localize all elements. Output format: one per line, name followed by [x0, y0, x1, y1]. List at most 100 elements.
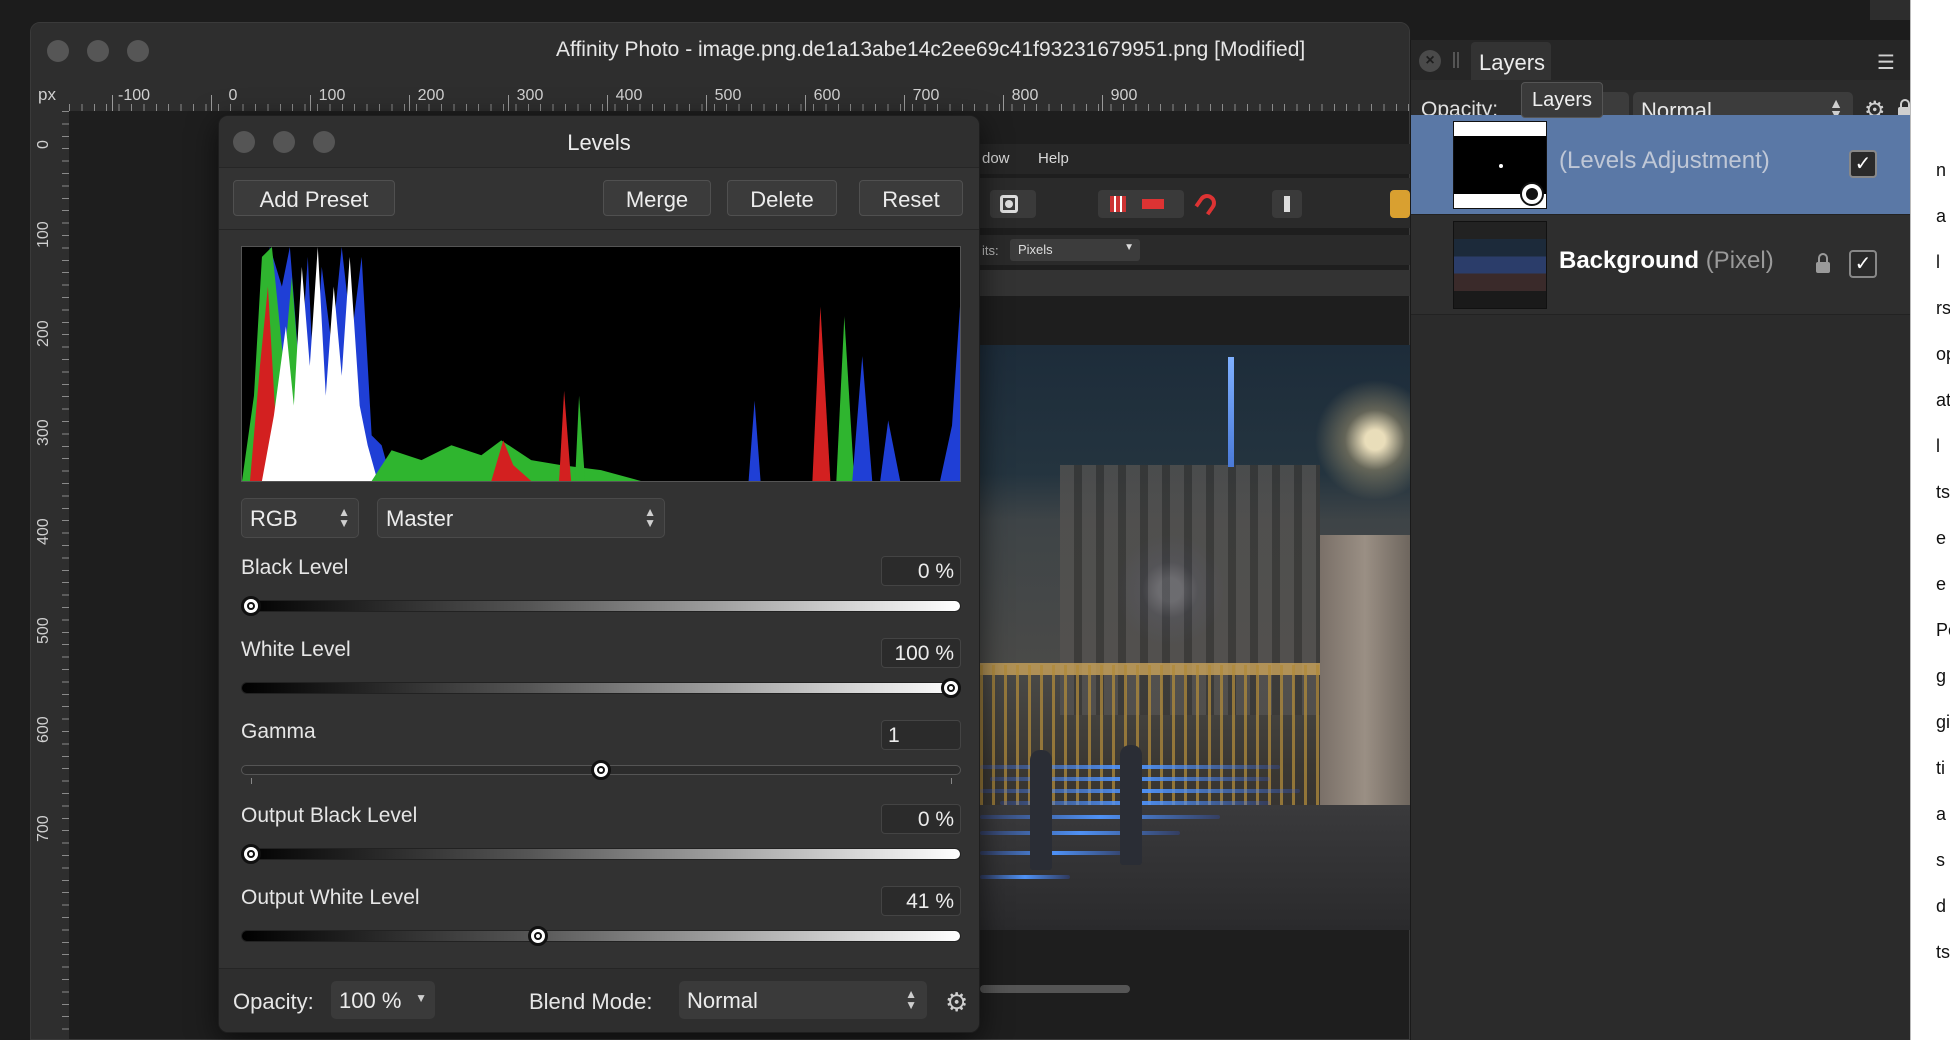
background-text-fragment: Po — [1936, 620, 1950, 640]
background-text-fragment: e — [1936, 574, 1947, 594]
footer-gear-icon[interactable]: ⚙ — [945, 987, 968, 1018]
slider-label: Gamma — [241, 720, 316, 743]
inner-units-select: Pixels ▼ — [1010, 239, 1140, 261]
white-level-slider[interactable]: White Level 100 % — [241, 638, 961, 704]
photo-canvas[interactable] — [980, 345, 1410, 930]
footer-blend-select[interactable]: Normal ▲ ▼ — [679, 981, 927, 1019]
slider-value-field[interactable]: 41 % — [881, 886, 961, 916]
close-window-button[interactable] — [47, 40, 69, 62]
channel-select[interactable]: RGB ▲ ▼ — [241, 498, 359, 538]
output-black-level-slider[interactable]: Output Black Level 0 % — [241, 804, 961, 870]
horizontal-scrollbar[interactable] — [980, 985, 1130, 993]
ruler-tick-label: -100 — [117, 87, 151, 104]
footer-opacity-field[interactable]: 100 % ▼ — [331, 981, 435, 1019]
slider-label: White Level — [241, 638, 351, 661]
levels-titlebar[interactable]: Levels — [219, 116, 979, 168]
background-text-fragment: ti — [1936, 758, 1945, 778]
slider-track[interactable] — [241, 682, 961, 694]
ruler-tick-label: 200 — [417, 87, 445, 104]
gamma-slider[interactable]: Gamma 1 — [241, 720, 961, 786]
levels-dialog: Levels Add Preset Merge Delete Reset RGB… — [218, 115, 980, 1033]
output-white-level-slider[interactable]: Output White Level 41 % — [241, 886, 961, 952]
slider-thumb[interactable] — [528, 926, 548, 946]
levels-title: Levels — [567, 130, 631, 155]
slider-label: Output Black Level — [241, 804, 418, 827]
slider-label: Output White Level — [241, 886, 420, 909]
slider-label: Black Level — [241, 556, 349, 579]
layer-lock-icon[interactable] — [1815, 252, 1831, 274]
inner-context-bar: its: Pixels ▼ — [980, 235, 1410, 265]
levels-thumbnail — [1453, 121, 1547, 209]
layer-name-background: Background (Pixel) — [1559, 247, 1774, 274]
background-text-fragment: ts — [1936, 942, 1950, 962]
slider-value-field[interactable]: 0 % — [881, 556, 961, 586]
inner-menu-window: dow — [982, 150, 1010, 167]
levels-footer: Opacity: 100 % ▼ Blend Mode: Normal ▲ ▼ ⚙ — [219, 968, 979, 1032]
background-text-fragment: at — [1936, 390, 1950, 410]
background-text-fragment: rs — [1936, 298, 1950, 318]
inner-band — [980, 270, 1410, 296]
visibility-checkbox-background[interactable]: ✓ — [1849, 250, 1877, 278]
inner-toolbar — [980, 178, 1410, 228]
slider-track[interactable] — [241, 930, 961, 942]
slider-value-field[interactable]: 100 % — [881, 638, 961, 668]
slider-thumb[interactable] — [241, 596, 261, 616]
slider-thumb[interactable] — [591, 760, 611, 780]
reset-button[interactable]: Reset — [859, 180, 963, 216]
background-text-fragment: s — [1936, 850, 1945, 870]
ruler-unit[interactable]: px — [31, 75, 69, 111]
black-level-slider[interactable]: Black Level 0 % — [241, 556, 961, 622]
footer-blend-label: Blend Mode: — [529, 989, 653, 1014]
background-text-fragment: a — [1936, 206, 1947, 226]
slider-thumb[interactable] — [941, 678, 961, 698]
layer-row-background[interactable]: Background (Pixel) ✓ — [1411, 215, 1911, 315]
layers-panel: × Layers ☰ Opacity: 10 Normal ▲▼ ⚙ Layer… — [1410, 40, 1912, 1040]
inner-magnet-icon — [1188, 190, 1228, 218]
slider-value-field[interactable]: 1 — [881, 720, 961, 750]
slider-thumb[interactable] — [241, 844, 261, 864]
tab-layers[interactable]: Layers — [1471, 42, 1551, 80]
inner-tool-icon — [1272, 190, 1302, 218]
ruler-tick-label: 300 — [516, 87, 544, 104]
ruler-tick-label: 200 — [35, 320, 52, 347]
ruler-tick-label: 400 — [615, 87, 643, 104]
delete-button[interactable]: Delete — [727, 180, 837, 216]
slider-value-field[interactable]: 0 % — [881, 804, 961, 834]
background-text-fragment: a — [1936, 804, 1947, 824]
slider-track[interactable] — [241, 848, 961, 860]
layer-name-levels: (Levels Adjustment) — [1559, 147, 1770, 174]
ruler-tick-label: 400 — [35, 518, 52, 545]
ruler-tick-label: 0 — [228, 87, 238, 104]
visibility-checkbox-levels[interactable]: ✓ — [1849, 150, 1877, 178]
ruler-tick-label: 100 — [35, 221, 52, 248]
layers-tooltip: Layers — [1521, 82, 1604, 118]
add-preset-button[interactable]: Add Preset — [233, 180, 395, 216]
background-text-fragment: ts — [1936, 482, 1950, 502]
inner-grid-icon — [1098, 190, 1184, 218]
slider-track[interactable] — [241, 600, 961, 612]
inner-menubar: dow Help — [980, 144, 1410, 174]
background-text-fragment: l — [1936, 436, 1940, 456]
histogram — [241, 246, 961, 482]
panel-menu-icon[interactable]: ☰ — [1877, 50, 1895, 75]
merge-button[interactable]: Merge — [603, 180, 711, 216]
ruler-tick-label: 600 — [813, 87, 841, 104]
mode-select[interactable]: Master ▲ ▼ — [377, 498, 665, 538]
background-text-fragment: op — [1936, 344, 1950, 364]
layer-row-levels-adjustment[interactable]: (Levels Adjustment) ✓ — [1411, 115, 1911, 215]
layers-panel-header: × Layers ☰ — [1411, 40, 1911, 80]
inner-color-icon — [1390, 190, 1410, 218]
vertical-ruler[interactable]: 0 100 200 300 400 500 600 700 — [31, 111, 69, 1039]
ruler-tick-label: 300 — [35, 419, 52, 446]
minimize-window-button[interactable] — [87, 40, 109, 62]
zoom-window-button[interactable] — [127, 40, 149, 62]
inner-shape-icon — [990, 190, 1036, 218]
inner-menu-help: Help — [1038, 150, 1069, 167]
drag-grip-icon[interactable] — [1453, 52, 1459, 68]
background-text-fragment: gi — [1936, 712, 1950, 732]
main-titlebar: Affinity Photo - image.png.de1a13abe14c2… — [31, 23, 1409, 75]
horizontal-ruler[interactable]: -100 0 100 200 300 400 500 600 700 800 900 — [69, 75, 1409, 111]
close-panel-icon[interactable]: × — [1419, 50, 1441, 72]
background-text-fragment: l — [1936, 252, 1940, 272]
ruler-tick-label: 700 — [35, 815, 52, 842]
